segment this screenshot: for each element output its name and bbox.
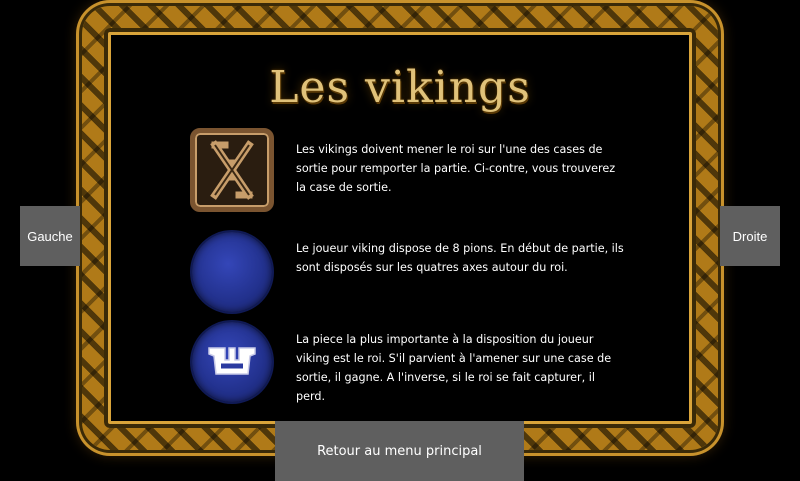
exit-square-icon <box>188 128 278 214</box>
viking-pawn-icon <box>188 232 278 318</box>
rule-text-king: La piece la plus importante à la disposi… <box>296 333 612 403</box>
rule-text-pawn: Le joueur viking dispose de 8 pions. En … <box>296 242 624 274</box>
next-page-button[interactable]: Droite <box>720 206 780 266</box>
back-to-main-menu-button[interactable]: Retour au menu principal <box>275 421 524 481</box>
rule-text-exit: Les vikings doivent mener le roi sur l'u… <box>296 143 616 194</box>
viking-king-icon <box>188 322 278 408</box>
previous-page-button[interactable]: Gauche <box>20 206 80 266</box>
page-title: Les vikings <box>269 62 531 113</box>
